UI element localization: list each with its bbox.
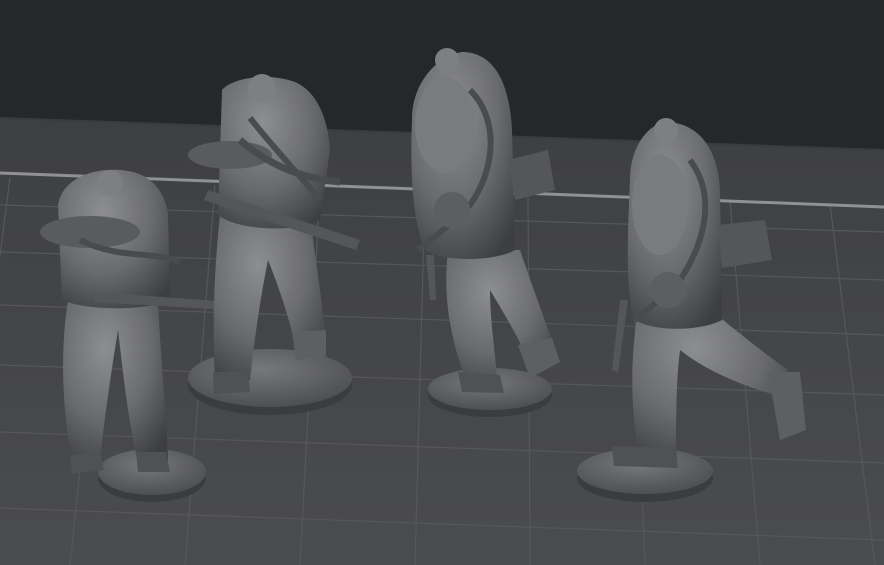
scene-canvas[interactable]: [0, 0, 884, 565]
3d-viewport[interactable]: [0, 0, 884, 565]
